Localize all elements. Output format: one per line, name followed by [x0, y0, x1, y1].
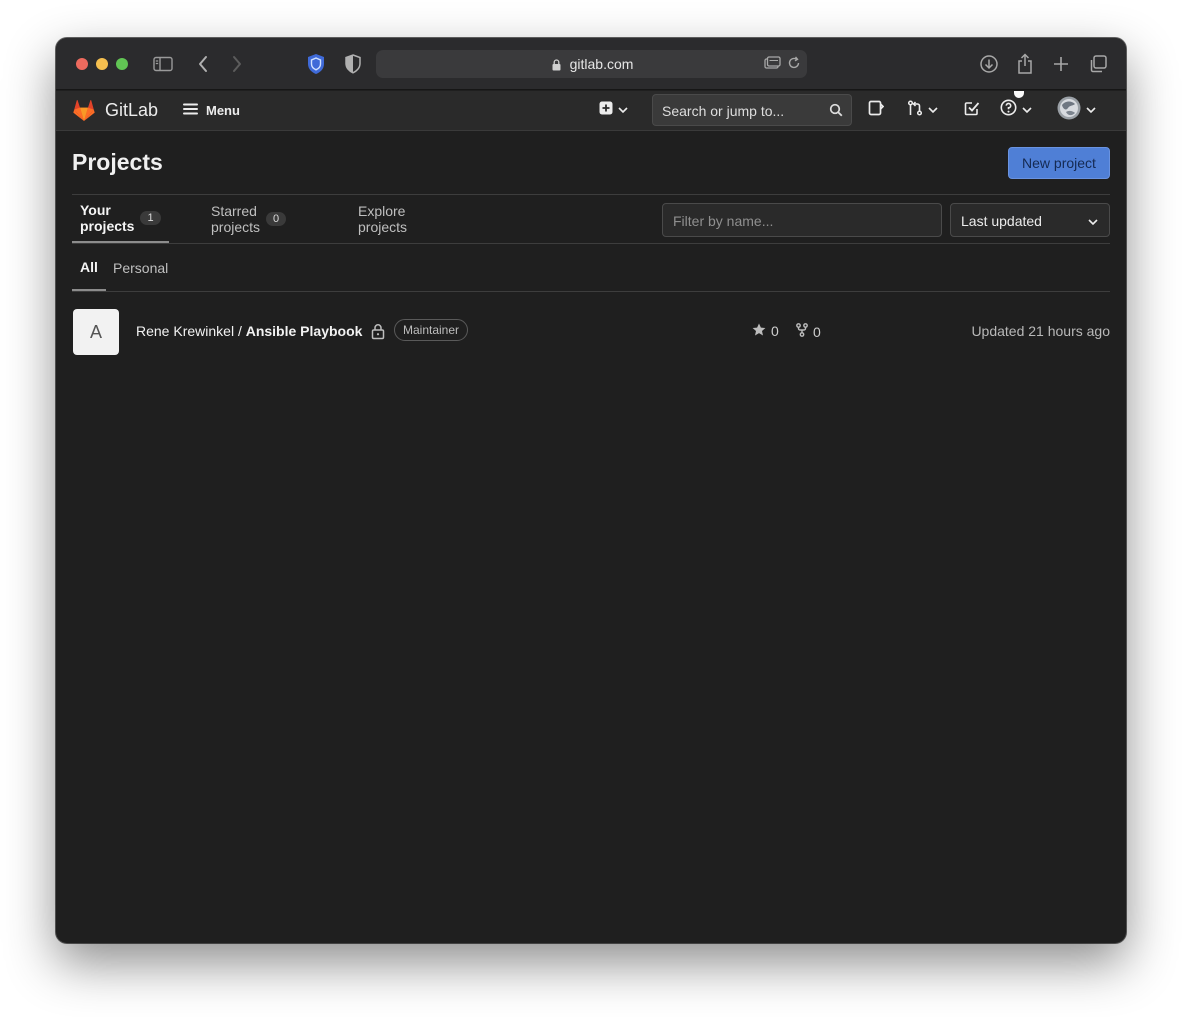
project-updated-time: Updated 21 hours ago	[971, 323, 1110, 339]
merge-requests-dropdown[interactable]	[907, 99, 939, 121]
private-lock-icon	[371, 323, 385, 345]
forward-icon[interactable]	[225, 52, 249, 76]
tab-label: Starred projects	[211, 203, 261, 235]
user-menu-dropdown[interactable]	[1057, 96, 1097, 124]
reader-view-icon[interactable]	[764, 56, 781, 75]
avatar	[1057, 96, 1081, 125]
minimize-window-button[interactable]	[96, 58, 108, 70]
filter-by-name-input[interactable]: Filter by name...	[662, 203, 942, 237]
todos-button[interactable]	[964, 99, 980, 121]
role-badge: Maintainer	[394, 319, 469, 341]
url-text: gitlab.com	[569, 56, 634, 72]
tab-starred-projects[interactable]: Starred projects 0	[211, 195, 287, 243]
issues-icon	[868, 100, 885, 121]
plus-square-icon	[599, 101, 613, 120]
shield-icon[interactable]	[341, 52, 365, 76]
search-placeholder: Search or jump to...	[662, 103, 785, 119]
project-title-link[interactable]: Rene Krewinkel / Ansible Playbook	[136, 323, 362, 339]
help-dropdown[interactable]	[1000, 99, 1033, 121]
fork-count[interactable]: 0	[796, 323, 821, 340]
chevron-down-icon	[1021, 101, 1033, 119]
sort-dropdown[interactable]: Last updated	[950, 203, 1110, 237]
tab-overview-icon[interactable]	[1086, 52, 1110, 76]
chevron-down-icon	[1085, 101, 1097, 119]
gitlab-top-bar: GitLab Menu Search or jump to...	[56, 91, 1126, 131]
star-count[interactable]: 0	[752, 323, 779, 339]
share-icon[interactable]	[1013, 52, 1037, 76]
sidebar-toggle-icon[interactable]	[151, 52, 175, 76]
project-list-item[interactable]: A Rene Krewinkel / Ansible Playbook Main…	[72, 309, 1110, 357]
tab-count-badge: 0	[266, 212, 287, 226]
reload-icon[interactable]	[787, 56, 801, 75]
tab-label: Explore projects	[358, 203, 408, 235]
page-title: Projects	[72, 149, 163, 175]
todo-check-icon	[964, 100, 980, 121]
divider	[72, 243, 1110, 244]
close-window-button[interactable]	[76, 58, 88, 70]
subtab-all[interactable]: All	[72, 244, 106, 291]
new-tab-icon[interactable]	[1049, 52, 1073, 76]
divider	[72, 291, 1110, 292]
subtab-personal[interactable]: Personal	[113, 244, 168, 291]
project-namespace: Rene Krewinkel /	[136, 323, 246, 339]
tab-label: Your projects	[80, 202, 135, 234]
help-question-icon	[1000, 99, 1017, 121]
menu-label: Menu	[206, 102, 240, 118]
browser-window: gitlab.com GitLab Menu Search or jump to…	[56, 38, 1126, 943]
issues-button[interactable]	[868, 99, 885, 121]
zoom-window-button[interactable]	[116, 58, 128, 70]
search-input[interactable]: Search or jump to...	[652, 94, 852, 126]
project-avatar[interactable]: A	[73, 309, 119, 355]
menu-button[interactable]: Menu	[183, 99, 240, 121]
browser-toolbar: gitlab.com	[56, 38, 1126, 90]
fork-count-value: 0	[813, 323, 821, 340]
gitlab-brand[interactable]: GitLab	[105, 100, 158, 121]
gitlab-logo-icon[interactable]	[71, 97, 97, 128]
project-name: Ansible Playbook	[245, 323, 363, 339]
chevron-down-icon	[927, 101, 939, 119]
search-icon	[829, 103, 843, 122]
tab-explore-projects[interactable]: Explore projects	[358, 195, 407, 243]
back-icon[interactable]	[191, 52, 215, 76]
hamburger-icon	[183, 103, 198, 118]
chevron-down-icon	[617, 101, 629, 119]
address-bar[interactable]: gitlab.com	[376, 50, 807, 78]
star-count-value: 0	[771, 323, 779, 339]
star-icon	[752, 323, 766, 339]
chevron-down-icon	[1087, 214, 1099, 232]
create-new-dropdown[interactable]	[599, 99, 629, 121]
merge-request-icon	[907, 99, 923, 121]
new-project-button[interactable]: New project	[1008, 147, 1110, 179]
downloads-icon[interactable]	[977, 52, 1001, 76]
fork-icon	[796, 323, 808, 340]
filter-placeholder: Filter by name...	[673, 213, 774, 229]
tab-count-badge: 1	[140, 211, 161, 225]
tab-your-projects[interactable]: Your projects 1	[72, 195, 169, 243]
privacy-extension-icon[interactable]	[304, 52, 328, 76]
sort-selected-value: Last updated	[961, 213, 1042, 229]
